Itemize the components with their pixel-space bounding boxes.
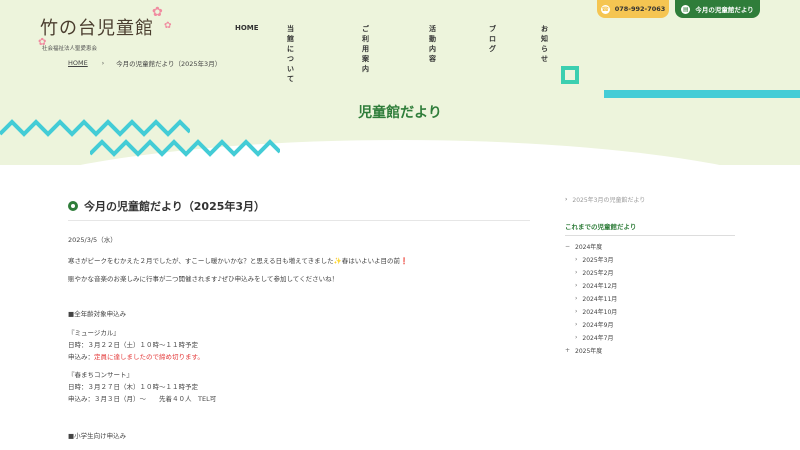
nav-guide[interactable]: ご利用案内 [362,24,369,74]
event-date: 日時：３月２２日（土）１０時～１１時予定 [68,341,198,349]
archive-month-label: 2024年11月 [582,296,618,303]
nav-activities[interactable]: 活動内容 [429,24,436,64]
archive-month-label: 2025年2月 [582,270,614,277]
sidebar-heading: これまでの児童館だより [565,221,735,236]
logo-subtitle: 社会福祉法人聖愛恵会 [42,46,98,52]
phone-button[interactable]: ☎ 078-992-7063 [597,0,669,18]
document-icon: ▤ [681,4,691,14]
chevron-right-icon: › [575,282,578,289]
ring-icon [68,201,78,211]
archive-month-label: 2024年7月 [582,335,614,342]
event-apply: 申込み：３月３日（月）～ 先着４０人 TEL可 [68,395,217,403]
sidebar-latest-link[interactable]: › 2025年3月の児童館だより [565,195,735,204]
hero-title: 児童館だより [358,105,442,121]
section-heading: ■全年齢対象申込み [68,310,127,318]
archive-month[interactable]: › 2025年3月 [565,253,735,266]
chevron-right-icon: › [565,196,568,203]
event-status-closed: 定員に達しましたので締め切ります。 [94,353,204,361]
breadcrumb-home[interactable]: HOME [68,59,88,67]
event-status-prefix: 申込み： [68,353,94,361]
archive-year-2024[interactable]: − 2024年度 [565,240,735,253]
intro-paragraph: 賑やかな音楽のお楽しみに行事が二つ開催されます♪ぜひ申込みをして参加してください… [68,275,339,283]
archive-month[interactable]: › 2024年10月 [565,305,735,318]
archive-month-label: 2024年10月 [582,309,618,316]
article: 今月の児童館だより（2025年3月） 2025/3/5（水） 寒さがピークをむか… [68,198,530,440]
archive-month-label: 2024年9月 [582,322,614,329]
square-decoration [561,66,579,84]
archive-month[interactable]: › 2025年2月 [565,266,735,279]
chevron-right-icon: › [575,308,578,315]
nav-news[interactable]: お知らせ [541,24,548,64]
chevron-right-icon: › [575,256,578,263]
archive-year-label: 2025年度 [575,348,603,355]
archive-month-label: 2025年3月 [582,257,614,264]
article-title: 今月の児童館だより（2025年3月） [68,198,530,221]
logo-title: 竹の台児童館 [40,18,154,39]
archive-month[interactable]: › 2024年12月 [565,279,735,292]
archive-month[interactable]: › 2024年11月 [565,292,735,305]
nav-home[interactable]: HOME [235,24,259,32]
archive-year-label: 2024年度 [575,244,603,251]
monthly-news-label: 今月の児童館だより [695,6,754,14]
zigzag-decoration [90,139,280,157]
event-status: 申込み：定員に達しましたので締め切ります。 [68,352,204,363]
phone-number: 078-992-7063 [614,5,666,13]
intro-paragraph: 寒さがピークをむかえた２月でしたが、すこーし暖かいかな？と思える日も増えてきまし… [68,257,409,265]
chevron-right-icon: › [575,295,578,302]
phone-icon: ☎ [600,4,610,14]
flower-icon: ✿ [38,37,47,48]
plus-icon: + [565,347,571,354]
event-name: 『春まちコンサート』 [68,371,133,379]
site-header: 竹の台児童館 社会福祉法人聖愛恵会 ✿ ✿ ✿ HOME 当館について ご利用案… [0,0,800,165]
flower-icon: ✿ [152,5,163,20]
nav-blog[interactable]: ブログ [489,24,496,54]
event-date: 日時：３月２７日（木）１０時～１１時予定 [68,383,198,391]
article-date: 2025/3/5（水） [68,236,117,244]
monthly-news-button[interactable]: ▤ 今月の児童館だより [675,0,760,18]
breadcrumb-current: 今月の児童館だより（2025年3月） [116,60,222,68]
breadcrumb: HOME › 今月の児童館だより（2025年3月） [68,58,221,68]
chevron-right-icon: › [575,321,578,328]
archive-month-label: 2024年12月 [582,283,618,290]
teal-bar-decoration [604,90,800,98]
nav-about[interactable]: 当館について [287,24,294,84]
archive-month[interactable]: › 2024年7月 [565,331,735,344]
chevron-right-icon: › [101,59,105,67]
archive-month[interactable]: › 2024年9月 [565,318,735,331]
minus-icon: − [565,243,571,250]
section-heading: ■小学生向け申込み [68,432,127,440]
archive-year-2025[interactable]: + 2025年度 [565,344,735,357]
chevron-right-icon: › [575,269,578,276]
chevron-right-icon: › [575,334,578,341]
site-logo[interactable]: 竹の台児童館 社会福祉法人聖愛恵会 [40,14,154,52]
article-title-text: 今月の児童館だより（2025年3月） [84,200,266,213]
event-name: 『ミュージカル』 [68,329,120,337]
sidebar-latest-label: 2025年3月の児童館だより [572,197,646,204]
flower-icon: ✿ [164,21,172,31]
sidebar: › 2025年3月の児童館だより これまでの児童館だより − 2024年度 › 2… [565,195,735,357]
